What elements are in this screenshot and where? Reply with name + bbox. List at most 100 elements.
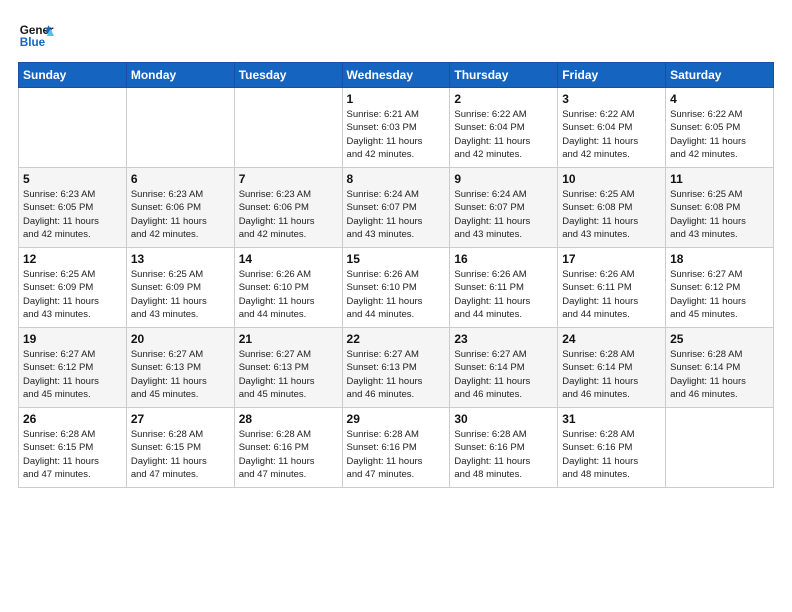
day-cell: 11Sunrise: 6:25 AMSunset: 6:08 PMDayligh… xyxy=(666,168,774,248)
day-cell: 29Sunrise: 6:28 AMSunset: 6:16 PMDayligh… xyxy=(342,408,450,488)
day-number: 28 xyxy=(239,412,338,426)
day-cell: 3 Sunrise: 6:22 AMSunset: 6:04 PMDaylight… xyxy=(558,88,666,168)
header-row: SundayMondayTuesdayWednesdayThursdayFrid… xyxy=(19,63,774,88)
day-cell: 28 Sunrise: 6:28 AMSunset: 6:16 PMDayligh… xyxy=(234,408,342,488)
day-detail: Sunrise: 6:24 AMSunset: 6:07 PMDaylight:… xyxy=(454,188,553,241)
day-number: 1 xyxy=(347,92,446,106)
day-number: 4 xyxy=(670,92,769,106)
day-detail: Sunrise: 6:27 AMSunset: 6:13 PMDaylight:… xyxy=(347,348,446,401)
day-cell: 14 Sunrise: 6:26 AMSunset: 6:10 PMDayligh… xyxy=(234,248,342,328)
day-cell: 22 Sunrise: 6:27 AMSunset: 6:13 PMDayligh… xyxy=(342,328,450,408)
day-detail: Sunrise: 6:22 AMSunset: 6:04 PMDaylight:… xyxy=(454,108,553,161)
day-cell: 7 Sunrise: 6:23 AMSunset: 6:06 PMDaylight… xyxy=(234,168,342,248)
week-row-3: 12 Sunrise: 6:25 AMSunset: 6:09 PMDayligh… xyxy=(19,248,774,328)
day-detail: Sunrise: 6:27 AMSunset: 6:12 PMDaylight:… xyxy=(23,348,122,401)
calendar-table: SundayMondayTuesdayWednesdayThursdayFrid… xyxy=(18,62,774,488)
day-number: 13 xyxy=(131,252,230,266)
day-detail: Sunrise: 6:26 AMSunset: 6:11 PMDaylight:… xyxy=(454,268,553,321)
day-cell: 19 Sunrise: 6:27 AMSunset: 6:12 PMDayligh… xyxy=(19,328,127,408)
day-cell: 1 Sunrise: 6:21 AMSunset: 6:03 PMDaylight… xyxy=(342,88,450,168)
header-day-sunday: Sunday xyxy=(19,63,127,88)
day-cell: 13 Sunrise: 6:25 AMSunset: 6:09 PMDayligh… xyxy=(126,248,234,328)
day-detail: Sunrise: 6:26 AMSunset: 6:11 PMDaylight:… xyxy=(562,268,661,321)
day-number: 16 xyxy=(454,252,553,266)
day-number: 30 xyxy=(454,412,553,426)
day-number: 17 xyxy=(562,252,661,266)
day-number: 20 xyxy=(131,332,230,346)
day-number: 22 xyxy=(347,332,446,346)
day-number: 27 xyxy=(131,412,230,426)
header-day-saturday: Saturday xyxy=(666,63,774,88)
header-day-thursday: Thursday xyxy=(450,63,558,88)
day-number: 21 xyxy=(239,332,338,346)
week-row-5: 26 Sunrise: 6:28 AMSunset: 6:15 PMDayligh… xyxy=(19,408,774,488)
day-detail: Sunrise: 6:22 AMSunset: 6:04 PMDaylight:… xyxy=(562,108,661,161)
day-number: 29 xyxy=(347,412,446,426)
day-number: 10 xyxy=(562,172,661,186)
day-detail: Sunrise: 6:27 AMSunset: 6:13 PMDaylight:… xyxy=(131,348,230,401)
day-number: 31 xyxy=(562,412,661,426)
logo: General Blue xyxy=(18,18,56,54)
day-number: 7 xyxy=(239,172,338,186)
day-cell: 4 Sunrise: 6:22 AMSunset: 6:05 PMDaylight… xyxy=(666,88,774,168)
day-detail: Sunrise: 6:28 AMSunset: 6:16 PMDaylight:… xyxy=(454,428,553,481)
day-number: 15 xyxy=(347,252,446,266)
day-number: 26 xyxy=(23,412,122,426)
day-detail: Sunrise: 6:26 AMSunset: 6:10 PMDaylight:… xyxy=(347,268,446,321)
day-detail: Sunrise: 6:23 AMSunset: 6:06 PMDaylight:… xyxy=(239,188,338,241)
day-cell xyxy=(666,408,774,488)
header-day-friday: Friday xyxy=(558,63,666,88)
day-cell: 17 Sunrise: 6:26 AMSunset: 6:11 PMDayligh… xyxy=(558,248,666,328)
day-detail: Sunrise: 6:28 AMSunset: 6:16 PMDaylight:… xyxy=(562,428,661,481)
day-cell xyxy=(234,88,342,168)
day-detail: Sunrise: 6:28 AMSunset: 6:16 PMDaylight:… xyxy=(239,428,338,481)
day-cell: 20 Sunrise: 6:27 AMSunset: 6:13 PMDayligh… xyxy=(126,328,234,408)
header-day-wednesday: Wednesday xyxy=(342,63,450,88)
header-day-tuesday: Tuesday xyxy=(234,63,342,88)
logo-icon: General Blue xyxy=(18,18,54,54)
day-cell: 6 Sunrise: 6:23 AMSunset: 6:06 PMDaylight… xyxy=(126,168,234,248)
day-number: 9 xyxy=(454,172,553,186)
day-number: 6 xyxy=(131,172,230,186)
header: General Blue xyxy=(18,18,774,54)
day-number: 12 xyxy=(23,252,122,266)
page: General Blue SundayMondayTuesdayWednesda… xyxy=(0,0,792,612)
day-detail: Sunrise: 6:22 AMSunset: 6:05 PMDaylight:… xyxy=(670,108,769,161)
day-detail: Sunrise: 6:28 AMSunset: 6:15 PMDaylight:… xyxy=(23,428,122,481)
day-cell: 8Sunrise: 6:24 AMSunset: 6:07 PMDaylight… xyxy=(342,168,450,248)
week-row-1: 1 Sunrise: 6:21 AMSunset: 6:03 PMDaylight… xyxy=(19,88,774,168)
day-number: 8 xyxy=(347,172,446,186)
day-detail: Sunrise: 6:23 AMSunset: 6:06 PMDaylight:… xyxy=(131,188,230,241)
day-detail: Sunrise: 6:27 AMSunset: 6:14 PMDaylight:… xyxy=(454,348,553,401)
day-cell: 2 Sunrise: 6:22 AMSunset: 6:04 PMDaylight… xyxy=(450,88,558,168)
day-number: 14 xyxy=(239,252,338,266)
day-detail: Sunrise: 6:26 AMSunset: 6:10 PMDaylight:… xyxy=(239,268,338,321)
day-detail: Sunrise: 6:27 AMSunset: 6:12 PMDaylight:… xyxy=(670,268,769,321)
day-number: 19 xyxy=(23,332,122,346)
day-number: 2 xyxy=(454,92,553,106)
week-row-2: 5Sunrise: 6:23 AMSunset: 6:05 PMDaylight… xyxy=(19,168,774,248)
day-cell: 10 Sunrise: 6:25 AMSunset: 6:08 PMDayligh… xyxy=(558,168,666,248)
day-cell: 12 Sunrise: 6:25 AMSunset: 6:09 PMDayligh… xyxy=(19,248,127,328)
day-detail: Sunrise: 6:21 AMSunset: 6:03 PMDaylight:… xyxy=(347,108,446,161)
day-cell xyxy=(126,88,234,168)
day-cell: 27Sunrise: 6:28 AMSunset: 6:15 PMDayligh… xyxy=(126,408,234,488)
day-cell: 25 Sunrise: 6:28 AMSunset: 6:14 PMDayligh… xyxy=(666,328,774,408)
day-detail: Sunrise: 6:27 AMSunset: 6:13 PMDaylight:… xyxy=(239,348,338,401)
day-number: 5 xyxy=(23,172,122,186)
day-cell: 21 Sunrise: 6:27 AMSunset: 6:13 PMDayligh… xyxy=(234,328,342,408)
day-cell: 9 Sunrise: 6:24 AMSunset: 6:07 PMDaylight… xyxy=(450,168,558,248)
day-cell xyxy=(19,88,127,168)
day-number: 3 xyxy=(562,92,661,106)
day-detail: Sunrise: 6:25 AMSunset: 6:09 PMDaylight:… xyxy=(23,268,122,321)
day-cell: 26 Sunrise: 6:28 AMSunset: 6:15 PMDayligh… xyxy=(19,408,127,488)
day-detail: Sunrise: 6:25 AMSunset: 6:08 PMDaylight:… xyxy=(562,188,661,241)
day-detail: Sunrise: 6:28 AMSunset: 6:14 PMDaylight:… xyxy=(562,348,661,401)
day-number: 23 xyxy=(454,332,553,346)
day-detail: Sunrise: 6:25 AMSunset: 6:09 PMDaylight:… xyxy=(131,268,230,321)
day-number: 25 xyxy=(670,332,769,346)
day-cell: 18Sunrise: 6:27 AMSunset: 6:12 PMDayligh… xyxy=(666,248,774,328)
day-detail: Sunrise: 6:28 AMSunset: 6:14 PMDaylight:… xyxy=(670,348,769,401)
week-row-4: 19 Sunrise: 6:27 AMSunset: 6:12 PMDayligh… xyxy=(19,328,774,408)
header-day-monday: Monday xyxy=(126,63,234,88)
